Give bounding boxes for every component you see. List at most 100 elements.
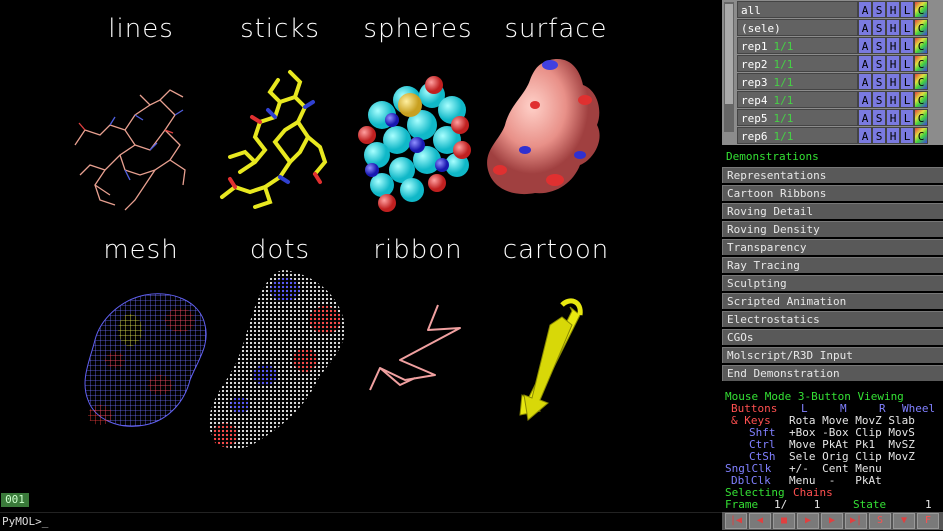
label-dots: dots bbox=[249, 235, 311, 265]
object-s-button[interactable]: S bbox=[872, 37, 886, 54]
spheres-molecule bbox=[358, 76, 471, 212]
object-row-rep2[interactable]: rep2 1/1 A S H L C bbox=[737, 55, 943, 72]
object-row-rep3[interactable]: rep3 1/1 A S H L C bbox=[737, 73, 943, 90]
demo-item-electrostatics[interactable]: Electrostatics bbox=[722, 311, 943, 327]
object-name-label: rep3 bbox=[741, 76, 768, 89]
object-row-rep6[interactable]: rep6 1/1 A S H L C bbox=[737, 127, 943, 144]
command-line-input[interactable]: PyMOL>_ bbox=[0, 512, 724, 531]
object-h-button[interactable]: H bbox=[886, 55, 900, 72]
object-l-button[interactable]: L bbox=[900, 109, 914, 126]
full-screen-button[interactable]: F bbox=[917, 513, 939, 529]
object-c-button[interactable]: C bbox=[914, 19, 928, 36]
object-row-rep1[interactable]: rep1 1/1 A S H L C bbox=[737, 37, 943, 54]
object-name[interactable]: rep6 1/1 bbox=[737, 127, 858, 144]
demo-item-ray-tracing[interactable]: Ray Tracing bbox=[722, 257, 943, 273]
object-name[interactable]: rep1 1/1 bbox=[737, 37, 858, 54]
object-l-button[interactable]: L bbox=[900, 127, 914, 144]
frame-label: Frame bbox=[725, 498, 759, 511]
fast-forward-button[interactable]: ▶| bbox=[845, 513, 867, 529]
object-l-button[interactable]: L bbox=[900, 73, 914, 90]
object-a-button[interactable]: A bbox=[858, 19, 872, 36]
object-s-button[interactable]: S bbox=[872, 73, 886, 90]
object-a-button[interactable]: A bbox=[858, 127, 872, 144]
object-h-button[interactable]: H bbox=[886, 109, 900, 126]
object-a-button[interactable]: A bbox=[858, 91, 872, 108]
object-name[interactable]: rep4 1/1 bbox=[737, 91, 858, 108]
object-name[interactable]: rep5 1/1 bbox=[737, 109, 858, 126]
object-list-scrollbar[interactable] bbox=[724, 2, 734, 132]
demo-item-roving-density[interactable]: Roving Density bbox=[722, 221, 943, 237]
label-ribbon: ribbon bbox=[373, 235, 463, 265]
object-c-button[interactable]: C bbox=[914, 1, 928, 18]
object-a-button[interactable]: A bbox=[858, 1, 872, 18]
object-row-rep4[interactable]: rep4 1/1 A S H L C bbox=[737, 91, 943, 108]
rewind-button[interactable]: |◀ bbox=[725, 513, 747, 529]
movie-menu-button[interactable]: ▼ bbox=[893, 513, 915, 529]
object-h-button[interactable]: H bbox=[886, 73, 900, 90]
object-name[interactable]: rep3 1/1 bbox=[737, 73, 858, 90]
object-h-button[interactable]: H bbox=[886, 37, 900, 54]
object-a-button[interactable]: A bbox=[858, 55, 872, 72]
cartoon-molecule bbox=[519, 298, 583, 421]
sculpt-toggle-button[interactable]: S bbox=[869, 513, 891, 529]
object-h-button[interactable]: H bbox=[886, 91, 900, 108]
object-l-button[interactable]: L bbox=[900, 91, 914, 108]
label-lines: lines bbox=[108, 14, 174, 44]
demo-item-transparency[interactable]: Transparency bbox=[722, 239, 943, 255]
object-row-rep5[interactable]: rep5 1/1 A S H L C bbox=[737, 109, 943, 126]
demo-item-sculpting[interactable]: Sculpting bbox=[722, 275, 943, 291]
object-s-button[interactable]: S bbox=[872, 91, 886, 108]
object-name-label: rep1 bbox=[741, 40, 768, 53]
object-a-button[interactable]: A bbox=[858, 37, 872, 54]
object-c-button[interactable]: C bbox=[914, 55, 928, 72]
object-l-button[interactable]: L bbox=[900, 37, 914, 54]
object-l-button[interactable]: L bbox=[900, 19, 914, 36]
object-list-panel: all A S H L C (sele) A S H L Crep1 1/1 A S H L Crep2 1/1 A S… bbox=[722, 0, 943, 145]
stop-button[interactable]: ■ bbox=[773, 513, 795, 529]
object-l-button[interactable]: L bbox=[900, 1, 914, 18]
demonstrations-menu: Demonstrations Representations Cartoon Ri… bbox=[722, 149, 943, 381]
surface-molecule bbox=[487, 59, 600, 195]
object-state-label: 1/1 bbox=[773, 112, 794, 125]
demo-item-molscript-r3d-input[interactable]: Molscript/R3D Input bbox=[722, 347, 943, 363]
object-l-button[interactable]: L bbox=[900, 55, 914, 72]
object-state-label: 1/1 bbox=[773, 94, 794, 107]
object-c-button[interactable]: C bbox=[914, 109, 928, 126]
object-s-button[interactable]: S bbox=[872, 1, 886, 18]
demo-item-scripted-animation[interactable]: Scripted Animation bbox=[722, 293, 943, 309]
object-h-button[interactable]: H bbox=[886, 1, 900, 18]
object-h-button[interactable]: H bbox=[886, 19, 900, 36]
step-forward-button[interactable]: ▶ bbox=[821, 513, 843, 529]
step-back-button[interactable]: ◀ bbox=[749, 513, 771, 529]
demo-item-roving-detail[interactable]: Roving Detail bbox=[722, 203, 943, 219]
molecular-viewer[interactable]: lines sticks spheres surface mesh dots r… bbox=[0, 0, 722, 512]
play-button[interactable]: ▶ bbox=[797, 513, 819, 529]
demo-item-representations[interactable]: Representations bbox=[722, 167, 943, 183]
object-s-button[interactable]: S bbox=[872, 109, 886, 126]
object-row-sele[interactable]: (sele) A S H L C bbox=[737, 19, 943, 36]
object-a-button[interactable]: A bbox=[858, 109, 872, 126]
ribbon-molecule bbox=[369, 304, 461, 391]
object-c-button[interactable]: C bbox=[914, 127, 928, 144]
object-name[interactable]: rep2 1/1 bbox=[737, 55, 858, 72]
state-value: 1 bbox=[925, 498, 932, 511]
object-name[interactable]: (sele) bbox=[737, 19, 858, 36]
demo-item-cartoon-ribbons[interactable]: Cartoon Ribbons bbox=[722, 185, 943, 201]
demo-item-cgos[interactable]: CGOs bbox=[722, 329, 943, 345]
object-row-all[interactable]: all A S H L C bbox=[737, 1, 943, 18]
label-spheres: spheres bbox=[363, 14, 473, 44]
object-h-button[interactable]: H bbox=[886, 127, 900, 144]
object-a-button[interactable]: A bbox=[858, 73, 872, 90]
scroll-thumb[interactable] bbox=[725, 4, 733, 104]
object-s-button[interactable]: S bbox=[872, 19, 886, 36]
object-s-button[interactable]: S bbox=[872, 55, 886, 72]
object-c-button[interactable]: C bbox=[914, 91, 928, 108]
mouse-mode-panel[interactable]: Mouse Mode 3-Button Viewing Buttons L M … bbox=[722, 389, 943, 511]
command-prompt: PyMOL>_ bbox=[2, 515, 49, 528]
object-c-button[interactable]: C bbox=[914, 37, 928, 54]
object-c-button[interactable]: C bbox=[914, 73, 928, 90]
object-s-button[interactable]: S bbox=[872, 127, 886, 144]
demo-item-end-demonstration[interactable]: End Demonstration bbox=[722, 365, 943, 381]
object-name-label: rep5 bbox=[741, 112, 768, 125]
object-name[interactable]: all bbox=[737, 1, 858, 18]
